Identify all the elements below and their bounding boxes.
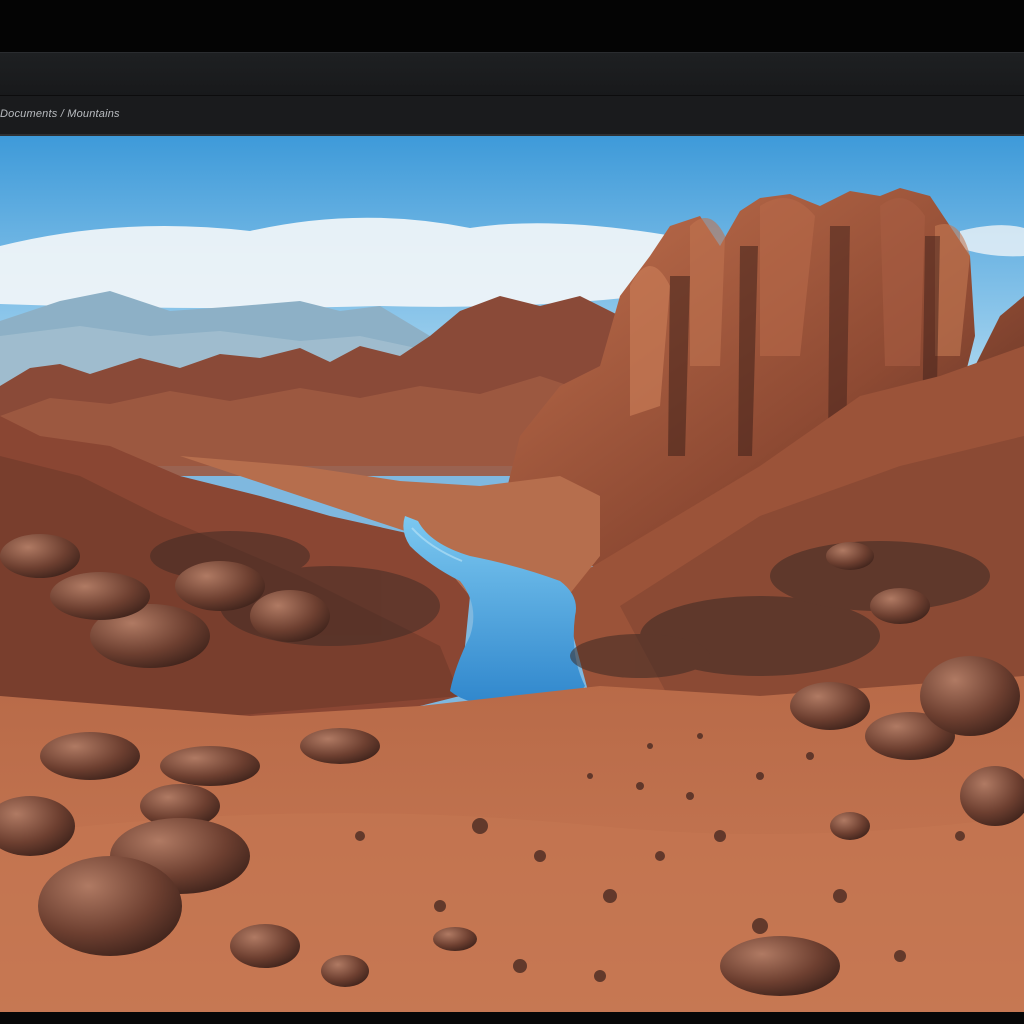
breadcrumb[interactable]: Documents / Mountains (0, 108, 120, 120)
path-bar: Documents / Mountains (0, 96, 1024, 136)
landscape-image (0, 136, 1024, 1012)
image-viewer[interactable] (0, 136, 1024, 1012)
bottom-bar (0, 1012, 1024, 1024)
title-bar (0, 0, 1024, 52)
toolbar (0, 52, 1024, 96)
